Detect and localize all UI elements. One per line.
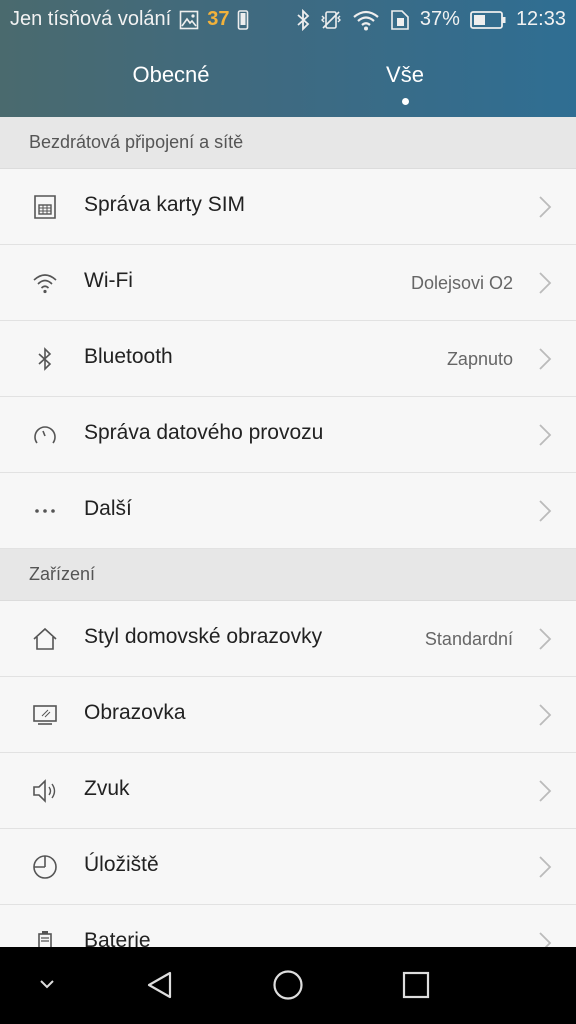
settings-row-wifi[interactable]: Wi-Fi Dolejsovi O2 <box>0 245 576 321</box>
settings-row-home-style[interactable]: Styl domovské obrazovky Standardní <box>0 601 576 677</box>
chevron-right-icon <box>538 423 552 447</box>
row-label: Správa karty SIM <box>84 193 246 216</box>
row-label: Wi-Fi <box>84 269 133 292</box>
settings-row-sound[interactable]: Zvuk <box>0 753 576 829</box>
settings-row-battery[interactable]: Baterie <box>0 905 576 947</box>
chevron-right-icon <box>538 703 552 727</box>
sim-status-icon <box>390 9 410 31</box>
section-header-device: Zařízení <box>0 549 576 601</box>
home-icon <box>31 625 59 653</box>
bluetooth-status-icon <box>296 8 310 31</box>
row-label: Úložiště <box>84 853 159 876</box>
more-icon <box>31 497 59 525</box>
chevron-right-icon <box>538 779 552 803</box>
header: Jen tísňová volání 37 37% 12:33 Obecné V… <box>0 0 576 117</box>
row-label: Další <box>84 497 132 520</box>
home-button-icon[interactable] <box>272 969 304 1006</box>
chevron-right-icon <box>538 627 552 651</box>
tab-general[interactable]: Obecné <box>71 62 271 88</box>
bluetooth-icon <box>31 345 59 373</box>
vibrate-icon <box>320 9 342 31</box>
row-label: Zvuk <box>84 777 130 800</box>
status-bar: Jen tísňová volání 37 37% 12:33 <box>0 0 576 40</box>
chevron-right-icon <box>538 855 552 879</box>
phone-icon <box>237 9 249 30</box>
tab-all-label: Vše <box>386 62 424 87</box>
chevron-right-icon <box>538 195 552 219</box>
settings-row-bluetooth[interactable]: Bluetooth Zapnuto <box>0 321 576 397</box>
battery-icon <box>31 929 59 947</box>
storage-icon <box>31 853 59 881</box>
notification-count: 37 <box>207 8 230 30</box>
wifi-status-icon <box>352 9 380 31</box>
row-label: Styl domovské obrazovky <box>84 625 323 648</box>
wifi-icon <box>31 269 59 297</box>
selected-tab-indicator <box>402 98 409 105</box>
row-label: Správa datového provozu <box>84 421 324 444</box>
tab-all[interactable]: Vše <box>305 62 505 105</box>
data-usage-icon <box>31 421 59 449</box>
chevron-right-icon <box>538 271 552 295</box>
status-left: Jen tísňová volání 37 <box>10 8 249 31</box>
row-value: Standardní <box>424 629 513 649</box>
carrier-label: Jen tísňová volání <box>10 8 172 30</box>
display-icon <box>31 701 59 729</box>
row-value: Zapnuto <box>446 349 513 369</box>
speaker-icon <box>31 777 59 805</box>
settings-row-more[interactable]: Další <box>0 473 576 549</box>
row-label: Obrazovka <box>84 701 186 724</box>
section-header-wireless: Bezdrátová připojení a sítě <box>0 117 576 169</box>
sim-card-icon <box>31 193 59 221</box>
clock: 12:33 <box>515 8 566 30</box>
settings-row-data-usage[interactable]: Správa datového provozu <box>0 397 576 473</box>
image-notification-icon <box>179 10 199 30</box>
settings-row-display[interactable]: Obrazovka <box>0 677 576 753</box>
chevron-right-icon <box>538 931 552 947</box>
row-value: Dolejsovi O2 <box>410 273 513 293</box>
recent-apps-button-icon[interactable] <box>402 971 430 1004</box>
chevron-right-icon <box>538 347 552 371</box>
tab-bar: Obecné Vše <box>0 62 576 112</box>
battery-status-icon <box>470 10 506 30</box>
navigation-bar <box>0 947 576 1024</box>
settings-row-storage[interactable]: Úložiště <box>0 829 576 905</box>
battery-percent: 37% <box>419 8 460 30</box>
status-right: 37% 12:33 <box>296 8 566 31</box>
hide-navbar-chevron-icon[interactable] <box>38 977 56 995</box>
chevron-right-icon <box>538 499 552 523</box>
row-label: Baterie <box>84 929 151 947</box>
row-label: Bluetooth <box>84 345 173 368</box>
back-button-icon[interactable] <box>144 969 176 1006</box>
settings-row-sim[interactable]: Správa karty SIM <box>0 169 576 245</box>
settings-list[interactable]: Bezdrátová připojení a sítě Správa karty… <box>0 117 576 947</box>
